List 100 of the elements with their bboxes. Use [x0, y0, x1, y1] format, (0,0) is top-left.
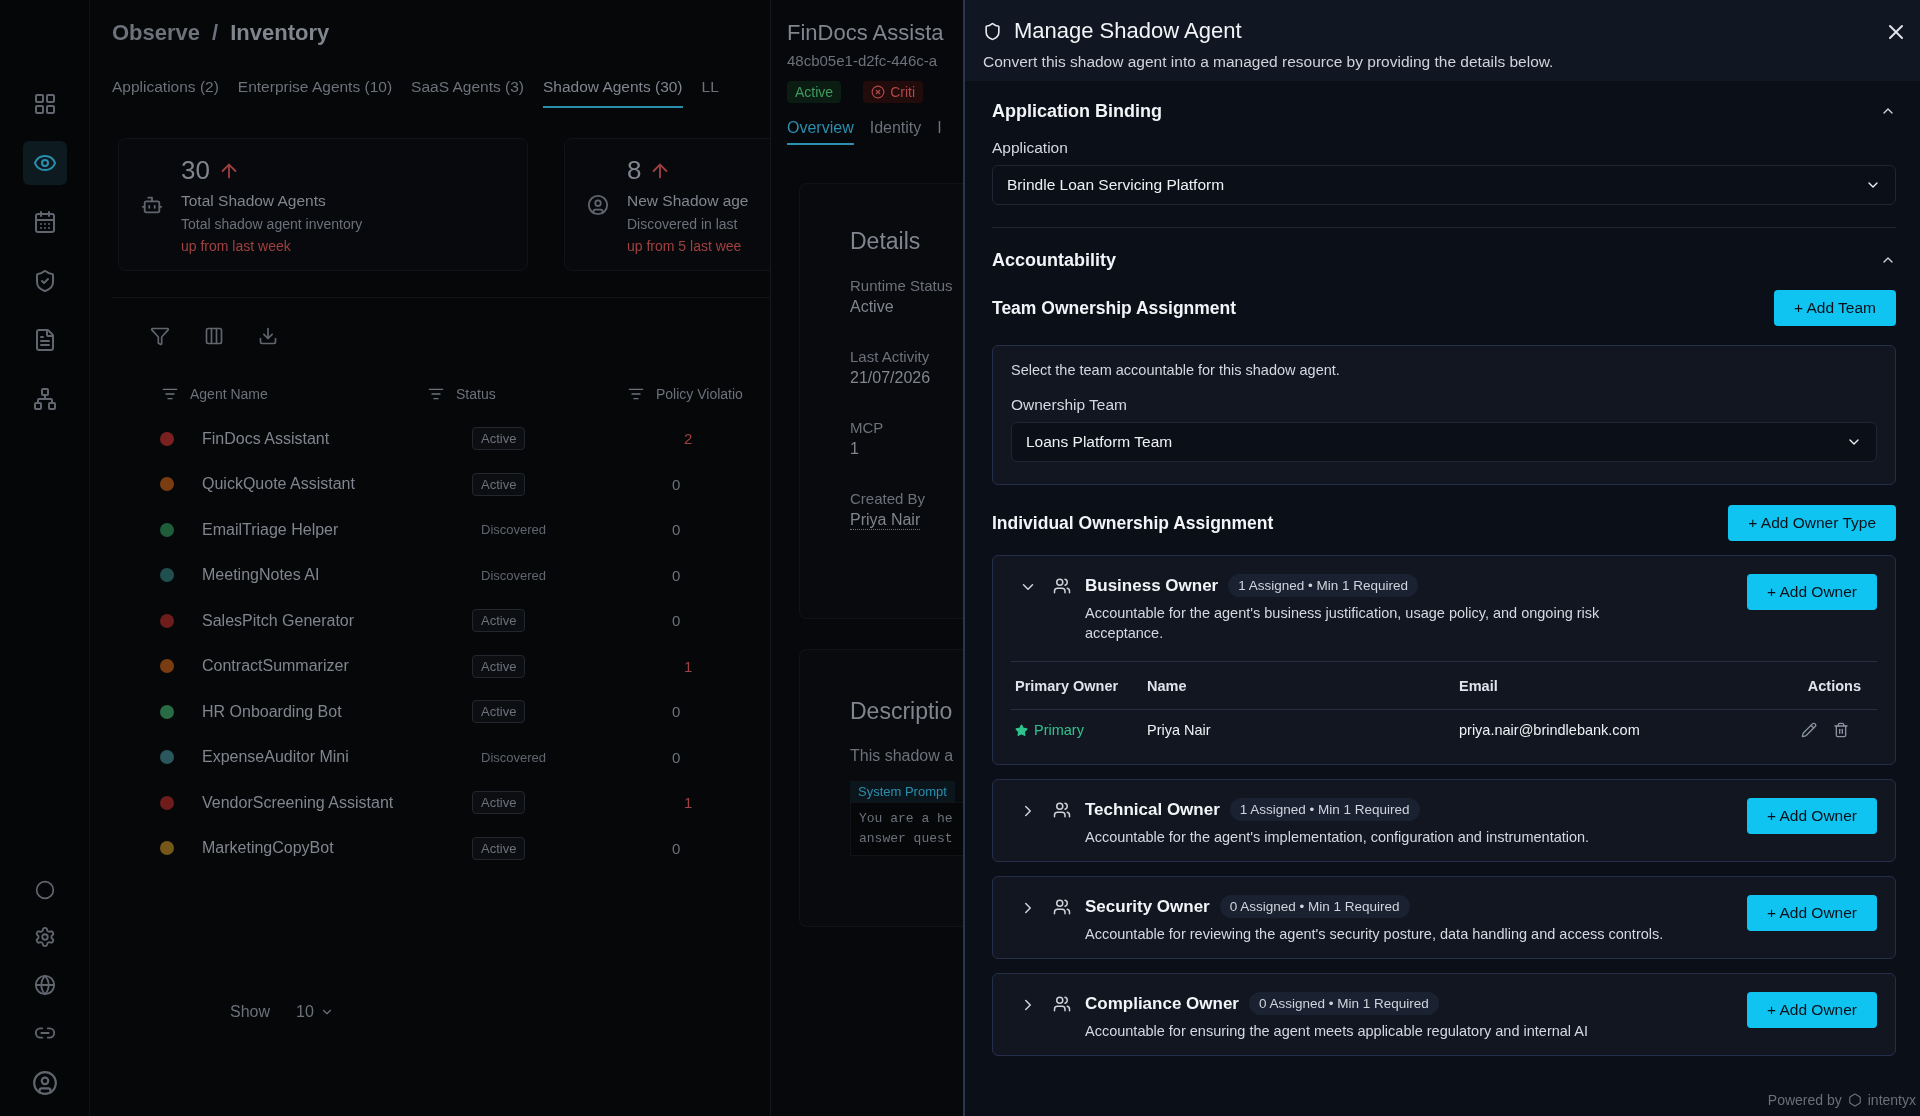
agent-name[interactable]: ExpenseAuditor Mini	[202, 748, 472, 767]
assignment-badge: 1 Assigned • Min 1 Required	[1228, 574, 1419, 597]
tab[interactable]: Identity	[869, 119, 922, 145]
stat-description: Total shadow agent inventory	[181, 216, 363, 232]
add-team-button[interactable]: + Add Team	[1774, 290, 1896, 326]
code-line: You are a he	[859, 810, 954, 828]
field-label: Application	[992, 139, 1069, 157]
agent-id: 48cb05e1-d2fc-446c-a	[787, 52, 939, 69]
primary-marker: Primary	[1015, 722, 1147, 738]
agent-name[interactable]: MarketingCopyBot	[202, 839, 472, 858]
prompt-label: System Prompt	[850, 781, 955, 802]
field-label: Runtime Status	[850, 277, 954, 294]
assignment-badge: 0 Assigned • Min 1 Required	[1219, 895, 1410, 918]
agent-name[interactable]: MeetingNotes AI	[202, 566, 472, 585]
settings-icon[interactable]	[33, 926, 56, 948]
stat-title: New Shadow age	[627, 192, 749, 210]
hint-text: Select the team accountable for this shadow agent.	[1011, 362, 1341, 378]
edit-button[interactable]	[1801, 722, 1817, 738]
stat-title: Total Shadow Agents	[181, 192, 327, 210]
agent-name[interactable]: EmailTriage Helper	[202, 520, 472, 539]
tab[interactable]: Shadow Agents (30)	[542, 78, 683, 108]
globe-icon[interactable]	[33, 974, 56, 996]
application-select[interactable]: Brindle Loan Servicing Platform	[992, 165, 1896, 205]
user-icon[interactable]	[31, 1070, 58, 1096]
team-select[interactable]: Loans Platform Team	[1011, 422, 1877, 462]
circle-icon[interactable]	[34, 880, 55, 900]
stat-value: 30	[181, 155, 210, 186]
status-badge: Active	[472, 472, 526, 496]
owner-type-description: Accountable for the agent's implementation, configuration and instrumentation.	[1085, 828, 1591, 847]
status-badge: Active	[472, 700, 526, 724]
tab[interactable]: Applications (2)	[112, 78, 219, 108]
agent-name[interactable]: QuickQuote Assistant	[202, 475, 472, 494]
add-owner-type-button[interactable]: + Add Owner Type	[1728, 505, 1896, 541]
agent-name[interactable]: SalesPitch Generator	[202, 611, 472, 630]
tab[interactable]: Enterprise Agents (10)	[237, 78, 393, 108]
agent-name[interactable]: ContractSummarizer	[202, 657, 472, 676]
add-owner-button[interactable]: + Add Owner	[1746, 574, 1877, 610]
owner-type-description: Accountable for reviewing the agent's security posture, data handling and access controls.	[1085, 925, 1665, 944]
drawer-subtitle: Convert this shadow agent into a managed resource by providing the details below.	[983, 53, 1555, 71]
section-title: Accountability	[992, 249, 1116, 271]
sort-icon[interactable]	[428, 386, 444, 402]
violation-count: 1	[683, 657, 694, 675]
code-line: answer quest	[859, 830, 954, 848]
status-badge: Active	[472, 836, 526, 860]
sidebar-item[interactable]	[22, 141, 67, 185]
owner-type-title: Business Owner	[1085, 575, 1219, 596]
column-header: Actions	[1807, 677, 1862, 694]
column-header: Primary Owner	[1015, 677, 1120, 694]
field-label: Ownership Team	[1011, 396, 1128, 414]
add-owner-button[interactable]: + Add Owner	[1746, 992, 1877, 1028]
column-header: Name	[1147, 677, 1188, 694]
trash-icon	[1833, 722, 1849, 738]
calendar-icon	[32, 210, 57, 234]
download-icon[interactable]	[258, 326, 278, 346]
delete-button[interactable]	[1833, 722, 1849, 738]
pencil-icon	[1801, 722, 1817, 738]
column-header: Agent Name	[190, 386, 268, 402]
violation-count: 1	[683, 794, 694, 812]
status-label: Discovered	[480, 521, 548, 540]
breadcrumb-link[interactable]: Observe	[112, 20, 201, 46]
card-title: Descriptio	[850, 698, 954, 725]
sort-icon[interactable]	[628, 386, 644, 402]
error-icon	[871, 85, 886, 99]
owner-type-title: Compliance Owner	[1085, 993, 1239, 1014]
status-badge: Active	[472, 654, 526, 678]
sort-icon[interactable]	[162, 386, 178, 402]
columns-icon[interactable]	[204, 326, 224, 346]
add-owner-button[interactable]: + Add Owner	[1746, 798, 1877, 834]
column-header: Status	[456, 386, 496, 402]
subsection-title: Individual Ownership Assignment	[992, 512, 1274, 534]
card-title: Details	[850, 228, 922, 255]
status-badge: Active	[472, 791, 526, 815]
stat-trend: up from last week	[181, 238, 292, 254]
agent-name[interactable]: HR Onboarding Bot	[202, 702, 472, 721]
page-size-value[interactable]: 10	[296, 1003, 314, 1021]
filter-icon[interactable]	[150, 326, 170, 346]
owner-email: priya.nair@brindlebank.com	[1459, 722, 1641, 738]
violation-count: 0	[672, 703, 682, 721]
stat-value: 8	[627, 155, 642, 186]
user-icon	[587, 193, 609, 216]
tab[interactable]: LL	[701, 78, 719, 108]
add-owner-button[interactable]: + Add Owner	[1746, 895, 1877, 931]
status-badge: Active	[472, 609, 526, 633]
agent-name[interactable]: FinDocs Assistant	[202, 429, 472, 448]
network-icon	[32, 387, 57, 411]
assignment-badge: 0 Assigned • Min 1 Required	[1249, 992, 1439, 1015]
agent-name[interactable]: VendorScreening Assistant	[202, 793, 472, 812]
user-link[interactable]: Priya Nair	[850, 511, 921, 530]
tab[interactable]: SaaS Agents (3)	[411, 78, 524, 108]
status-badge: Active	[472, 427, 526, 451]
grid-icon	[32, 92, 57, 116]
powered-by-text: Powered by	[1767, 1092, 1842, 1108]
agent-title: FinDocs Assista	[787, 20, 945, 46]
violation-count: 0	[672, 839, 682, 857]
users-icon	[1053, 995, 1071, 1013]
tab[interactable]: I	[937, 119, 942, 145]
tab[interactable]: Overview	[787, 119, 854, 145]
owner-type-title: Security Owner	[1085, 896, 1210, 917]
status-label: Discovered	[480, 748, 548, 767]
breadcrumb-separator: /	[212, 20, 219, 46]
